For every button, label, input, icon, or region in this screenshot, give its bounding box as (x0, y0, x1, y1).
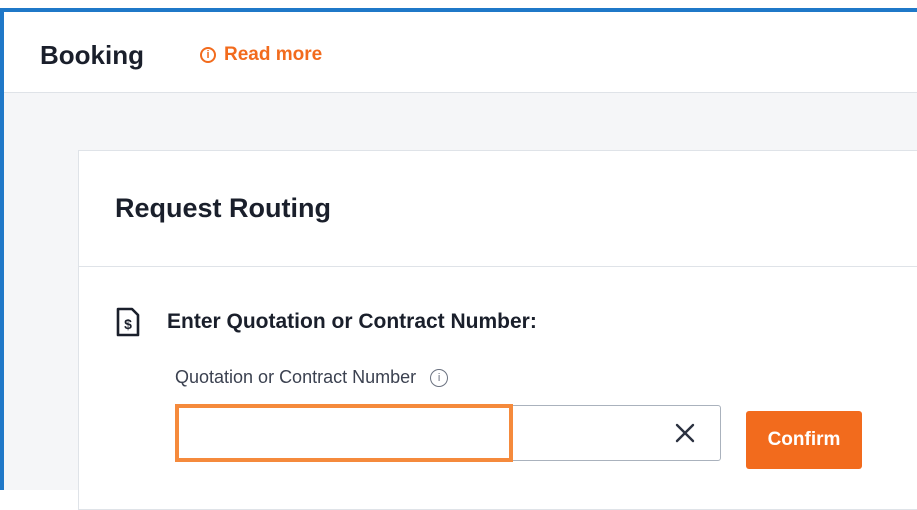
top-bar: Booking i Read more (4, 12, 917, 93)
field-label: Quotation or Contract Number (175, 367, 417, 387)
confirm-button[interactable]: Confirm (746, 411, 862, 469)
quotation-input-wrapper (175, 405, 721, 461)
read-more-link[interactable]: i Read more (200, 44, 322, 66)
info-icon: i (200, 47, 216, 63)
svg-text:$: $ (124, 316, 132, 332)
request-routing-card: Request Routing $ Enter Quotation or Con… (78, 150, 917, 510)
section-label: Enter Quotation or Contract Number: (167, 310, 537, 333)
field-label-row: Quotation or Contract Number i (175, 367, 449, 388)
close-icon[interactable] (671, 419, 699, 447)
card-header: Request Routing (79, 151, 917, 267)
page-title: Booking (40, 40, 144, 70)
document-dollar-icon: $ (116, 307, 140, 337)
read-more-label: Read more (224, 44, 323, 65)
section-heading: $ Enter Quotation or Contract Number: (115, 307, 537, 337)
card-title: Request Routing (115, 193, 331, 223)
info-icon[interactable]: i (430, 368, 449, 387)
app-window: Booking i Read more Request Routing $ En… (0, 8, 917, 510)
quotation-number-input[interactable] (176, 406, 656, 460)
